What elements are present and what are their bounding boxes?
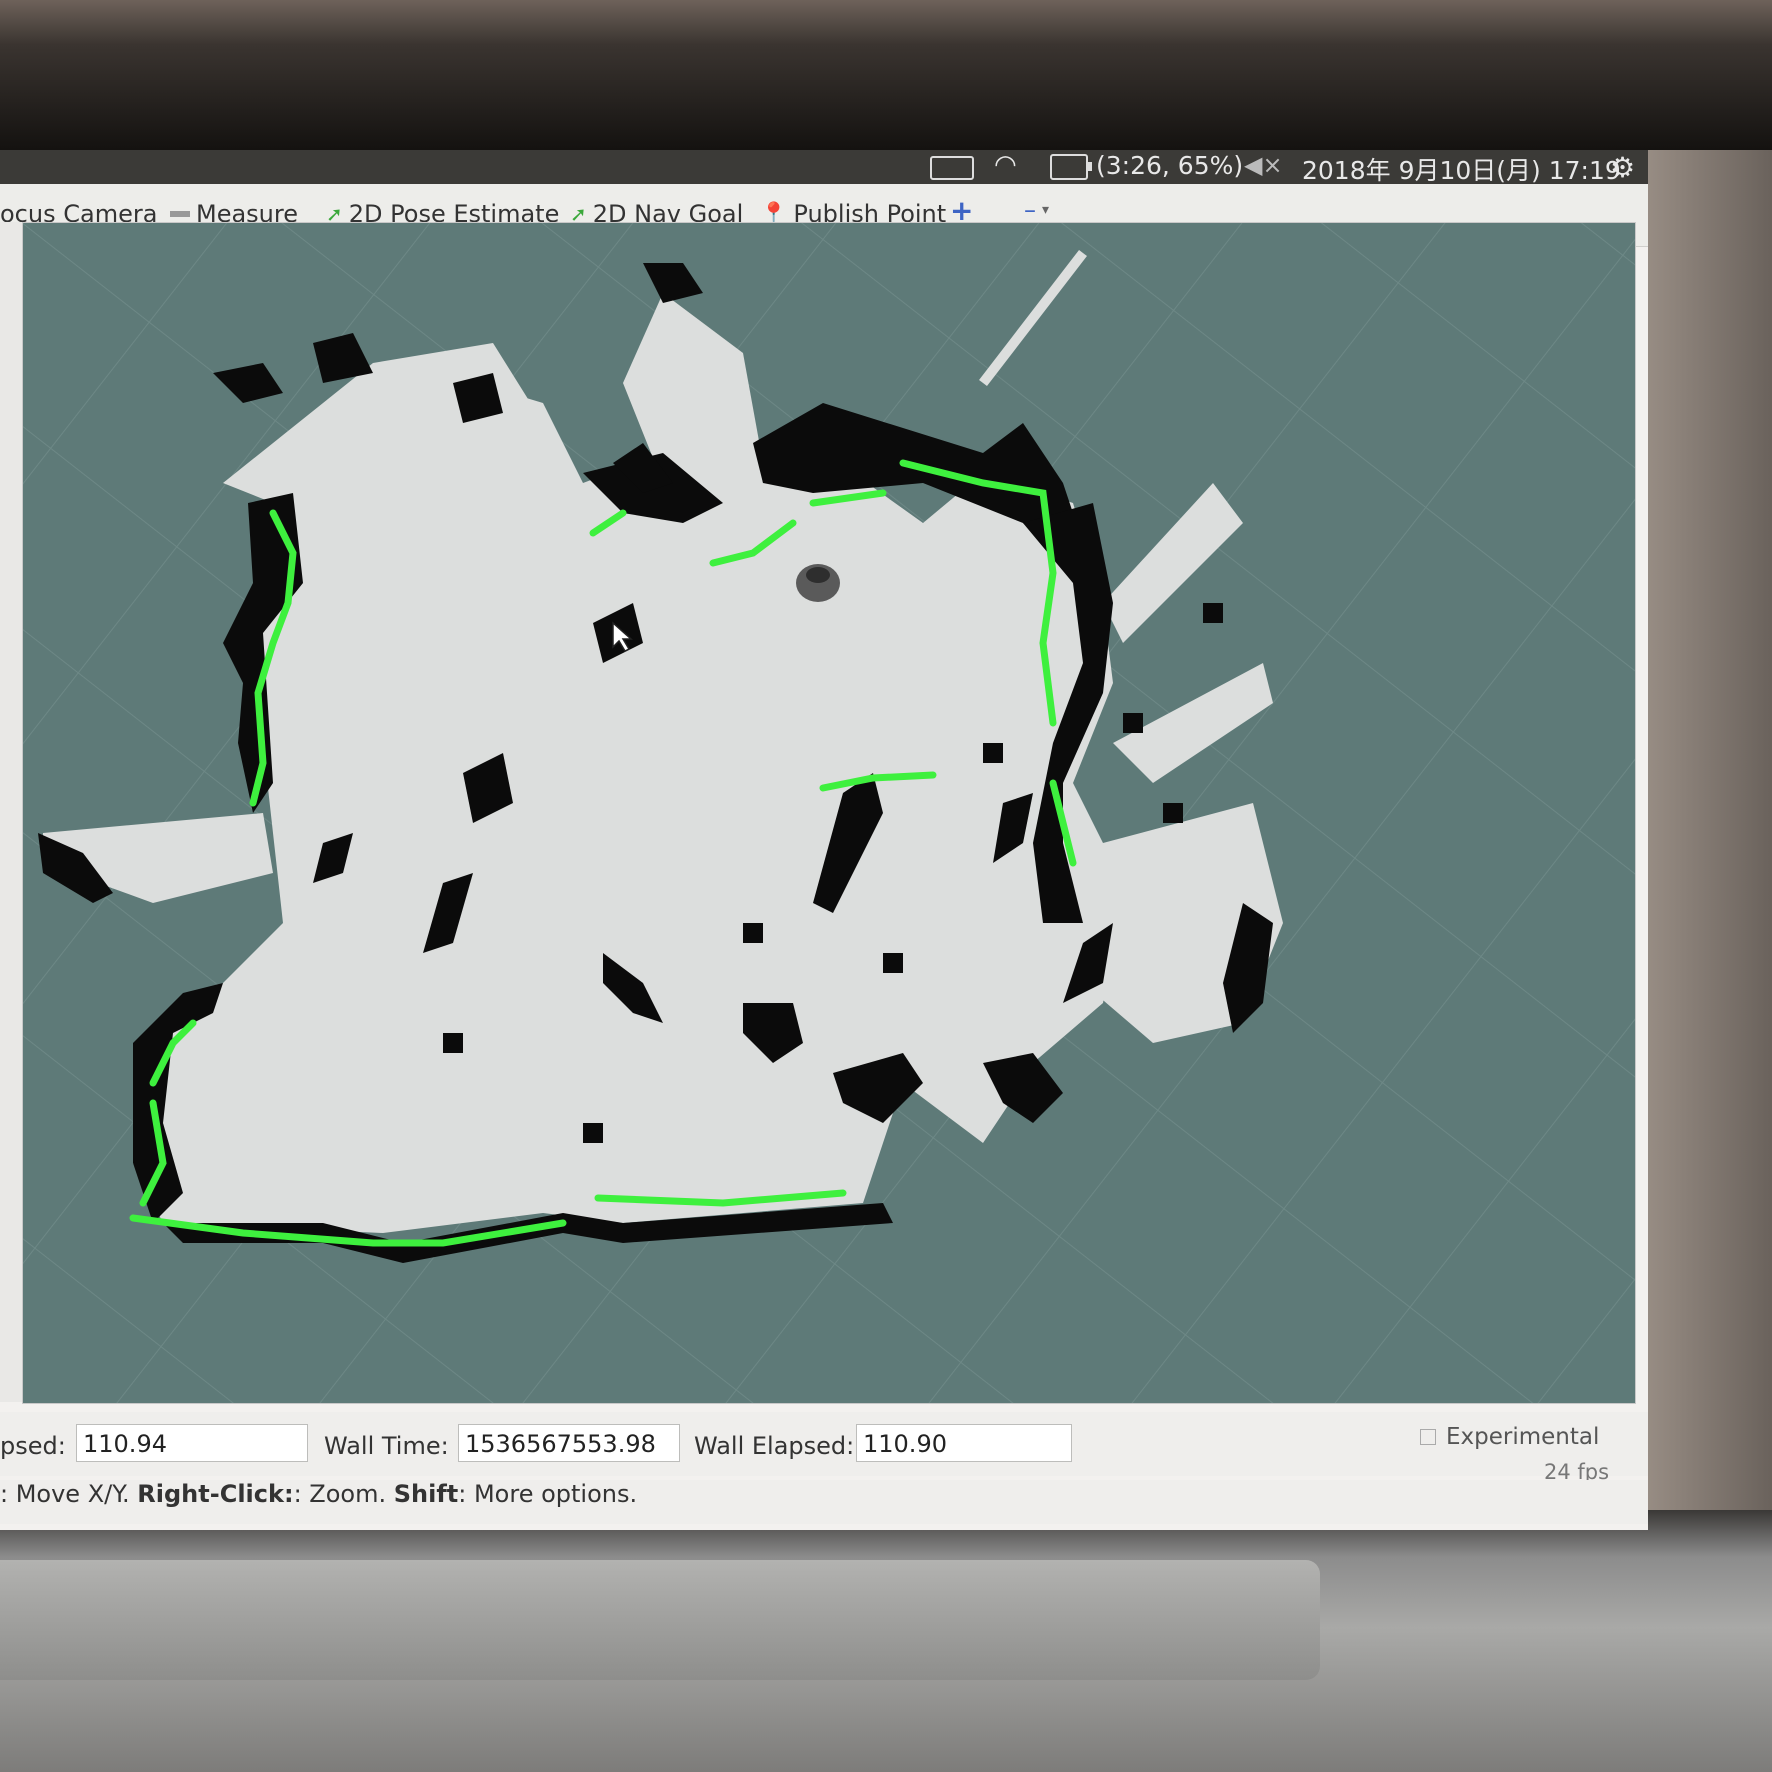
experimental-label: Experimental	[1446, 1424, 1600, 1450]
status-zoom: : Zoom.	[293, 1480, 394, 1508]
keyboard-icon[interactable]	[930, 156, 974, 180]
laptop-bezel-top	[0, 0, 1772, 150]
wall-elapsed-field[interactable]: 110.90	[856, 1424, 1072, 1462]
system-tray: ◠ (3:26, 65%) ◀× 2018年 9月10日(月) 17:19 ⚙	[0, 150, 1648, 187]
status-move: : Move X/Y.	[0, 1480, 138, 1508]
chevron-down-icon: ▾	[1042, 202, 1050, 218]
remove-tool-button[interactable]: – ▾	[1024, 196, 1049, 224]
laptop-bezel-right	[1640, 150, 1772, 1510]
wifi-icon[interactable]: ◠	[994, 150, 1017, 180]
gear-icon[interactable]: ⚙	[1610, 151, 1635, 184]
wall-time-label: Wall Time:	[324, 1432, 449, 1460]
laptop-hinge	[0, 1560, 1320, 1680]
status-right-click: Right-Click:	[137, 1480, 294, 1508]
screen: ◠ (3:26, 65%) ◀× 2018年 9月10日(月) 17:19 ⚙ …	[0, 150, 1648, 1530]
battery-icon[interactable]	[1050, 154, 1092, 180]
status-more: : More options.	[458, 1480, 638, 1508]
elapsed-field[interactable]: 110.94	[76, 1424, 308, 1462]
experimental-checkbox[interactable]: Experimental	[1420, 1424, 1599, 1450]
minus-icon: –	[1024, 196, 1036, 224]
status-bar: : Move X/Y. Right-Click:: Zoom. Shift: M…	[0, 1480, 1648, 1524]
wall-elapsed-label: Wall Elapsed:	[694, 1432, 855, 1460]
ruler-icon	[170, 211, 190, 217]
wall-time-field[interactable]: 1536567553.98	[458, 1424, 680, 1462]
elapsed-label: psed:	[0, 1432, 66, 1460]
volume-muted-icon[interactable]: ◀×	[1244, 151, 1283, 179]
clock[interactable]: 2018年 9月10日(月) 17:19	[1302, 151, 1621, 187]
displays-panel-edge[interactable]	[0, 222, 23, 1402]
occupancy-map	[23, 223, 1635, 1403]
map-3d-view[interactable]	[22, 222, 1636, 1404]
checkbox-icon	[1420, 1429, 1436, 1445]
robot-model	[796, 564, 840, 602]
time-panel: psed: 110.94 Wall Time: 1536567553.98 Wa…	[0, 1412, 1648, 1484]
battery-status[interactable]: (3:26, 65%)	[1096, 151, 1243, 180]
status-shift: Shift	[393, 1480, 459, 1508]
